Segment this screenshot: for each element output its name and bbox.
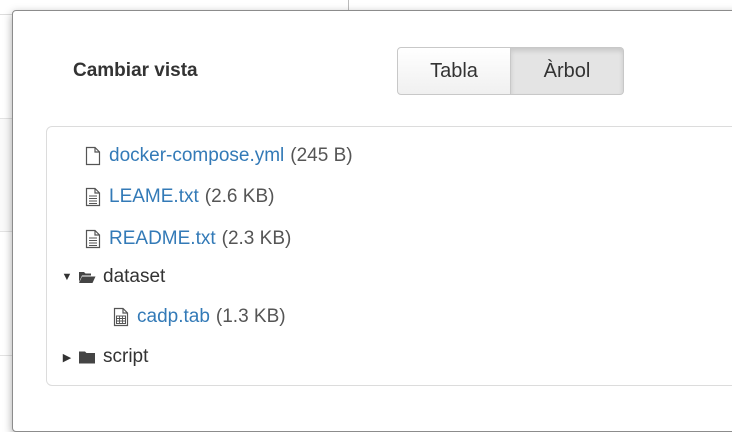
tree-item-readme: README.txt (2.3 KB) <box>83 226 291 252</box>
file-size: (245 B) <box>290 145 353 166</box>
file-size: (1.3 KB) <box>215 306 286 327</box>
file-tree-panel: docker-compose.yml (245 B) LEAME.txt (2.… <box>46 126 732 386</box>
file-size: (2.3 KB) <box>221 228 292 249</box>
file-text-icon <box>83 228 103 250</box>
tree-view-button[interactable]: Àrbol <box>511 47 624 95</box>
file-link[interactable]: docker-compose.yml <box>109 145 284 167</box>
tree-item-cadp: cadp.tab (1.3 KB) <box>111 304 286 330</box>
file-table-icon <box>111 306 131 328</box>
table-view-button[interactable]: Tabla <box>397 47 511 95</box>
tree-item-leame: LEAME.txt (2.6 KB) <box>83 184 274 210</box>
view-toggle-group: Tabla Àrbol <box>397 47 624 95</box>
file-blank-icon <box>83 145 103 167</box>
folder-label: dataset <box>103 266 166 287</box>
folder-open-icon <box>77 266 97 288</box>
tree-folder-dataset[interactable]: ▼ dataset <box>61 264 166 290</box>
tree-folder-script[interactable]: ▶ script <box>61 344 149 370</box>
tree-item-docker-compose: docker-compose.yml (245 B) <box>83 143 353 169</box>
caret-down-icon[interactable]: ▼ <box>61 271 73 283</box>
caret-right-icon[interactable]: ▶ <box>61 351 73 364</box>
file-text-icon <box>83 186 103 208</box>
folder-closed-icon <box>77 346 97 368</box>
folder-label: script <box>103 346 149 367</box>
file-link[interactable]: LEAME.txt <box>109 186 199 208</box>
file-link[interactable]: README.txt <box>109 228 216 250</box>
file-link[interactable]: cadp.tab <box>137 306 210 328</box>
dialog-title: Cambiar vista <box>73 60 198 81</box>
file-size: (2.6 KB) <box>204 186 275 207</box>
